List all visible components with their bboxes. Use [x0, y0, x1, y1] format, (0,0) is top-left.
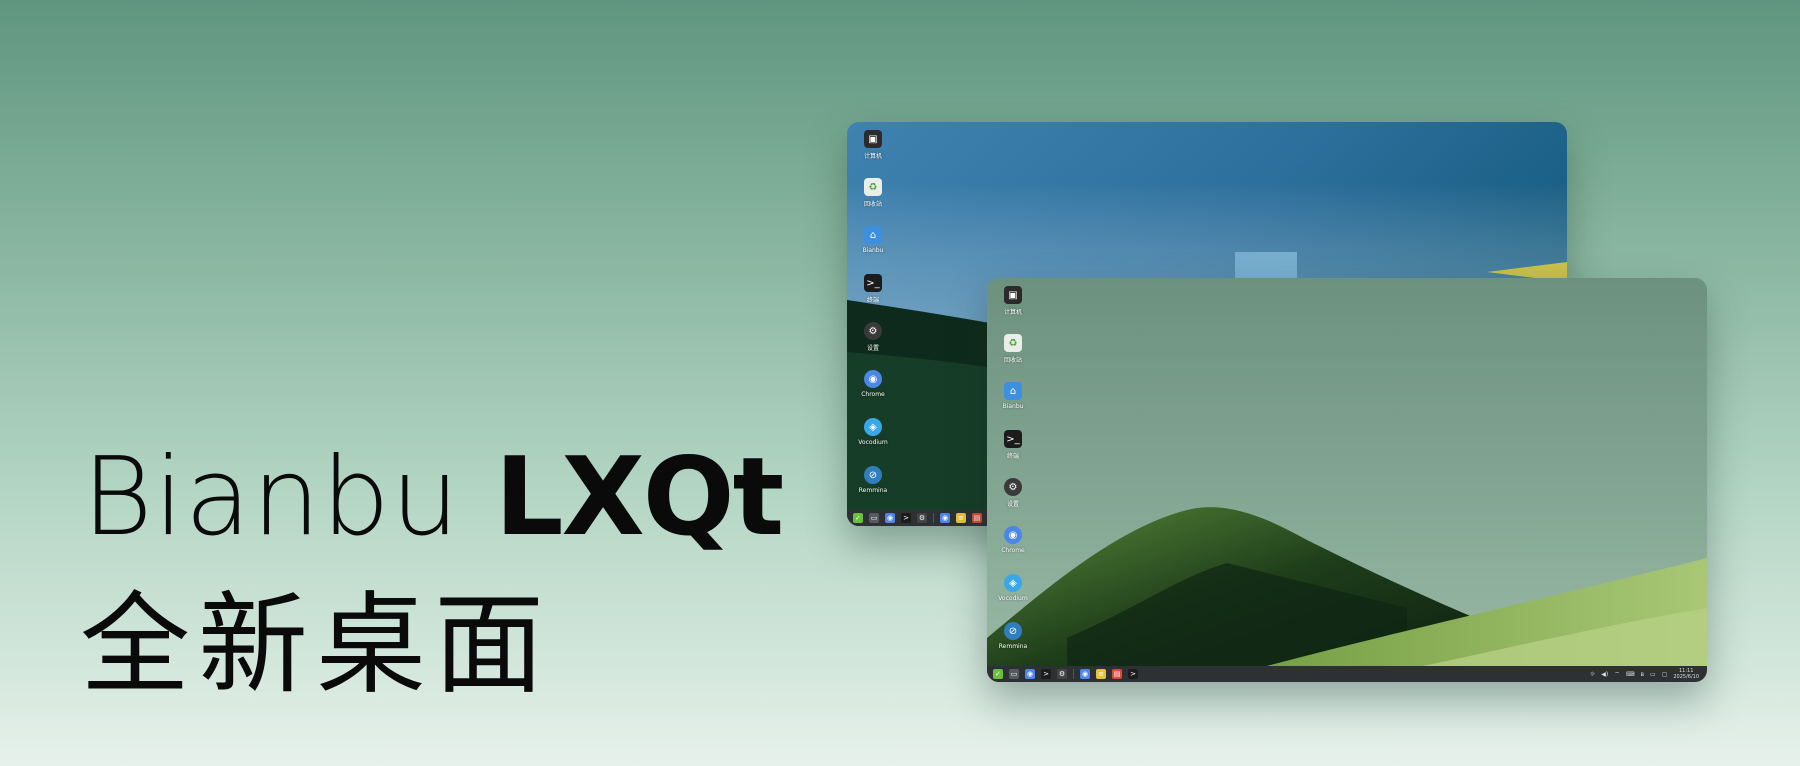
- clock[interactable]: 11:11 2025/6/10: [1673, 668, 1699, 680]
- desktop-icon-label: Remmina: [858, 487, 888, 494]
- chrome-icon[interactable]: ◉: [940, 513, 950, 523]
- settings-icon: ⚙: [864, 322, 882, 340]
- volume-icon[interactable]: ◀): [1601, 671, 1608, 678]
- chrome-icon[interactable]: ◉: [885, 513, 895, 523]
- subtitle: 全新桌面: [80, 581, 552, 709]
- settings-icon: ⚙: [1004, 478, 1022, 496]
- folder-icon: ⌂: [1004, 382, 1022, 400]
- terminal-icon[interactable]: >: [1041, 669, 1051, 679]
- headline: Bianbu LXQt: [82, 435, 785, 560]
- desktop-icon-computer[interactable]: ▣ 计算机: [995, 286, 1031, 334]
- terminal-icon[interactable]: >: [1128, 669, 1138, 679]
- desktop-icon-label: Vocodium: [998, 595, 1028, 602]
- bianbu-menu-icon[interactable]: ✓: [993, 669, 1003, 679]
- settings-icon[interactable]: ⚙: [917, 513, 927, 523]
- folder-icon: ⌂: [864, 226, 882, 244]
- terminal-icon: >_: [864, 274, 882, 292]
- desktop-icon-folder[interactable]: ⌂ Bianbu: [995, 382, 1031, 430]
- taskbar-separator: [933, 513, 934, 523]
- desktop-icon-label: 终端: [866, 297, 879, 304]
- taskbar-separator: [1073, 669, 1074, 679]
- keyboard-icon[interactable]: ⌨: [1626, 671, 1635, 678]
- desktop-icon-remmina[interactable]: ⊘ Remmina: [855, 466, 891, 514]
- desktop-icon-terminal[interactable]: >_ 终端: [995, 430, 1031, 478]
- desktop-icon-label: 设置: [1006, 501, 1019, 508]
- terminal-icon[interactable]: >: [901, 513, 911, 523]
- chrome-icon[interactable]: ◉: [1080, 669, 1090, 679]
- desktop-icon-list: ▣ 计算机 ♻ 回收站 ⌂ Bianbu >_ 终端 ⚙ 设置 ◉ Chrome ◈ Vocodium ⊘ R…: [995, 286, 1028, 670]
- wifi-icon[interactable]: ⌔: [1614, 670, 1620, 678]
- bianbu-menu-icon[interactable]: ✓: [853, 513, 863, 523]
- desktop-icon-chrome[interactable]: ◉ Chrome: [855, 370, 891, 418]
- brand-light-text: Bianbu: [82, 435, 461, 560]
- desktop-icon-label: 计算机: [1003, 309, 1022, 316]
- system-tray: ☼ ◀) ⌔ ⌨ ʙ ▭ ▢ 11:11 2025/6/10: [1584, 666, 1699, 682]
- desktop-icon-terminal[interactable]: >_ 终端: [855, 274, 891, 322]
- desktop-icon-label: 回收站: [1003, 357, 1022, 364]
- vscodium-icon: ◈: [1004, 574, 1022, 592]
- vscodium-icon: ◈: [864, 418, 882, 436]
- terminal-icon: >_: [1004, 430, 1022, 448]
- notes-icon[interactable]: ≡: [956, 513, 966, 523]
- desktop-icon-trash[interactable]: ♻ 回收站: [995, 334, 1031, 382]
- computer-icon: ▣: [1004, 286, 1022, 304]
- desktop-screenshot-front: ▣ 计算机 ♻ 回收站 ⌂ Bianbu >_ 终端 ⚙ 设置 ◉ Chrome ◈ Vocodium ⊘ R…: [987, 278, 1707, 682]
- desktop-icon-label: Chrome: [1001, 547, 1025, 554]
- settings-icon[interactable]: ⚙: [1057, 669, 1067, 679]
- show-desktop-icon[interactable]: ▭: [869, 513, 879, 523]
- bluetooth-icon[interactable]: ʙ: [1641, 671, 1644, 678]
- computer-icon: ▣: [864, 130, 882, 148]
- wallpaper-hills: [987, 278, 1707, 682]
- clock-date: 2025/6/10: [1673, 674, 1699, 680]
- desktop-icon-remmina[interactable]: ⊘ Remmina: [995, 622, 1031, 670]
- desktop-icon-settings[interactable]: ⚙ 设置: [995, 478, 1031, 526]
- desktop-icon-label: 设置: [866, 345, 879, 352]
- desktop-icon-label: 回收站: [863, 201, 882, 208]
- document-icon[interactable]: ▤: [1112, 669, 1122, 679]
- remmina-icon: ⊘: [864, 466, 882, 484]
- desktop-icon-vscodium[interactable]: ◈ Vocodium: [855, 418, 891, 466]
- brightness-icon[interactable]: ☼: [1590, 671, 1595, 678]
- trash-icon: ♻: [864, 178, 882, 196]
- notes-icon[interactable]: ≡: [1096, 669, 1106, 679]
- desktop-icon-label: Bianbu: [862, 247, 884, 254]
- desktop-icon-label: Remmina: [998, 643, 1028, 650]
- notification-icon[interactable]: ▢: [1662, 671, 1668, 678]
- show-desktop-icon[interactable]: ▭: [1009, 669, 1019, 679]
- trash-icon: ♻: [1004, 334, 1022, 352]
- brand-bold-text: LXQt: [494, 435, 785, 560]
- document-icon[interactable]: ▤: [972, 513, 982, 523]
- battery-icon[interactable]: ▭: [1650, 671, 1656, 678]
- desktop-icon-settings[interactable]: ⚙ 设置: [855, 322, 891, 370]
- desktop-icon-label: 终端: [1006, 453, 1019, 460]
- desktop-icon-folder[interactable]: ⌂ Bianbu: [855, 226, 891, 274]
- taskbar: ✓ ▭ ◉ > ⚙ ◉ ≡ ▤ > ☼ ◀) ⌔ ⌨ ʙ ▭ ▢ 11:11 2025/6/10: [987, 666, 1707, 682]
- desktop-icon-label: Chrome: [861, 391, 885, 398]
- remmina-icon: ⊘: [1004, 622, 1022, 640]
- desktop-icon-vscodium[interactable]: ◈ Vocodium: [995, 574, 1031, 622]
- chrome-icon[interactable]: ◉: [1025, 669, 1035, 679]
- desktop-icon-label: 计算机: [863, 153, 882, 160]
- chrome-icon: ◉: [864, 370, 882, 388]
- desktop-icon-list: ▣ 计算机 ♻ 回收站 ⌂ Bianbu >_ 终端 ⚙ 设置 ◉ Chrome ◈ Vocodium ⊘ R…: [855, 130, 888, 514]
- chrome-icon: ◉: [1004, 526, 1022, 544]
- desktop-icon-chrome[interactable]: ◉ Chrome: [995, 526, 1031, 574]
- desktop-icon-label: Vocodium: [858, 439, 888, 446]
- desktop-icon-label: Bianbu: [1002, 403, 1024, 410]
- desktop-icon-computer[interactable]: ▣ 计算机: [855, 130, 891, 178]
- desktop-icon-trash[interactable]: ♻ 回收站: [855, 178, 891, 226]
